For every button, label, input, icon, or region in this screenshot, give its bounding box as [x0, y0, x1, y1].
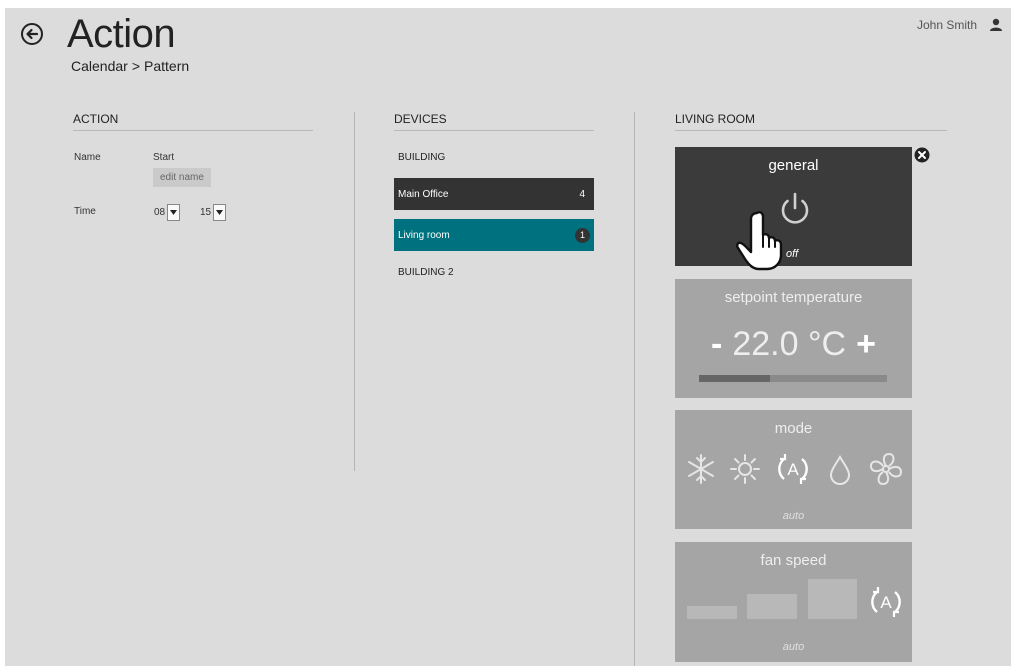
- device-count-badge: 1: [575, 228, 590, 243]
- drop-icon[interactable]: [826, 454, 854, 486]
- setpoint-title: setpoint temperature: [724, 289, 863, 306]
- name-value: Start: [153, 152, 175, 163]
- general-title: general: [768, 157, 819, 174]
- mode-value: auto: [782, 510, 805, 522]
- fan-speed-tile: fan speed A auto: [675, 542, 912, 662]
- app-window: Action Calendar > Pattern John Smith ACTIO…: [5, 8, 1011, 666]
- time-label: Time: [74, 206, 96, 217]
- chevron-down-icon[interactable]: [213, 204, 227, 221]
- svg-text:A: A: [787, 460, 799, 479]
- breadcrumb-pattern: Pattern: [144, 58, 190, 74]
- fan-speed-high[interactable]: [808, 579, 857, 619]
- minute-value: 15: [200, 207, 212, 218]
- column-divider: [354, 112, 355, 471]
- breadcrumb-separator: >: [131, 58, 141, 74]
- general-tile[interactable]: general off: [675, 147, 912, 271]
- fan-speed-title: fan speed: [760, 552, 827, 569]
- decrease-button[interactable]: -: [711, 325, 722, 363]
- device-count: 4: [579, 189, 585, 200]
- name-label: Name: [74, 152, 101, 163]
- back-arrow-icon[interactable]: [20, 22, 44, 46]
- building-2-item[interactable]: BUILDING 2: [398, 267, 454, 278]
- auto-icon[interactable]: A: [776, 451, 810, 487]
- snowflake-icon[interactable]: [684, 452, 718, 486]
- breadcrumb-calendar[interactable]: Calendar: [71, 58, 128, 74]
- fan-icon[interactable]: [868, 451, 904, 487]
- building-item[interactable]: BUILDING: [398, 152, 445, 163]
- sun-icon[interactable]: [728, 452, 762, 486]
- increase-button[interactable]: +: [856, 325, 876, 363]
- device-name: Living room: [398, 230, 450, 241]
- svg-text:A: A: [880, 593, 892, 612]
- hand-cursor-icon: [736, 211, 783, 271]
- fan-speed-medium[interactable]: [747, 594, 797, 619]
- edit-name-button[interactable]: edit name: [153, 168, 211, 187]
- devices-heading: DEVICES: [394, 112, 594, 131]
- setpoint-control: -22.0 °C +: [675, 325, 912, 364]
- chevron-down-icon[interactable]: [167, 204, 181, 221]
- minute-select[interactable]: 15: [200, 204, 227, 221]
- hour-value: 08: [154, 207, 166, 218]
- breadcrumb: Calendar > Pattern: [71, 58, 189, 74]
- device-main-office[interactable]: Main Office 4: [394, 178, 594, 210]
- user-icon[interactable]: [989, 18, 1003, 32]
- setpoint-tile: setpoint temperature -22.0 °C +: [675, 279, 912, 398]
- user-name[interactable]: John Smith: [917, 18, 977, 32]
- auto-icon[interactable]: A: [869, 584, 903, 620]
- setpoint-slider[interactable]: [699, 375, 887, 382]
- mode-tile: mode A auto: [675, 410, 912, 529]
- fan-speed-low[interactable]: [687, 606, 737, 619]
- mode-title: mode: [774, 420, 813, 437]
- device-name: Main Office: [398, 189, 449, 200]
- temperature-value: 22.0 °C: [732, 325, 847, 363]
- hour-select[interactable]: 08: [154, 204, 181, 221]
- close-icon[interactable]: [914, 147, 930, 163]
- setpoint-slider-fill: [699, 375, 771, 382]
- column-divider: [634, 112, 635, 666]
- device-living-room[interactable]: Living room 1: [394, 219, 594, 251]
- page-title: Action: [67, 12, 176, 56]
- fan-speed-value: auto: [782, 641, 805, 653]
- action-heading: ACTION: [73, 112, 313, 131]
- living-room-heading: LIVING ROOM: [675, 112, 947, 131]
